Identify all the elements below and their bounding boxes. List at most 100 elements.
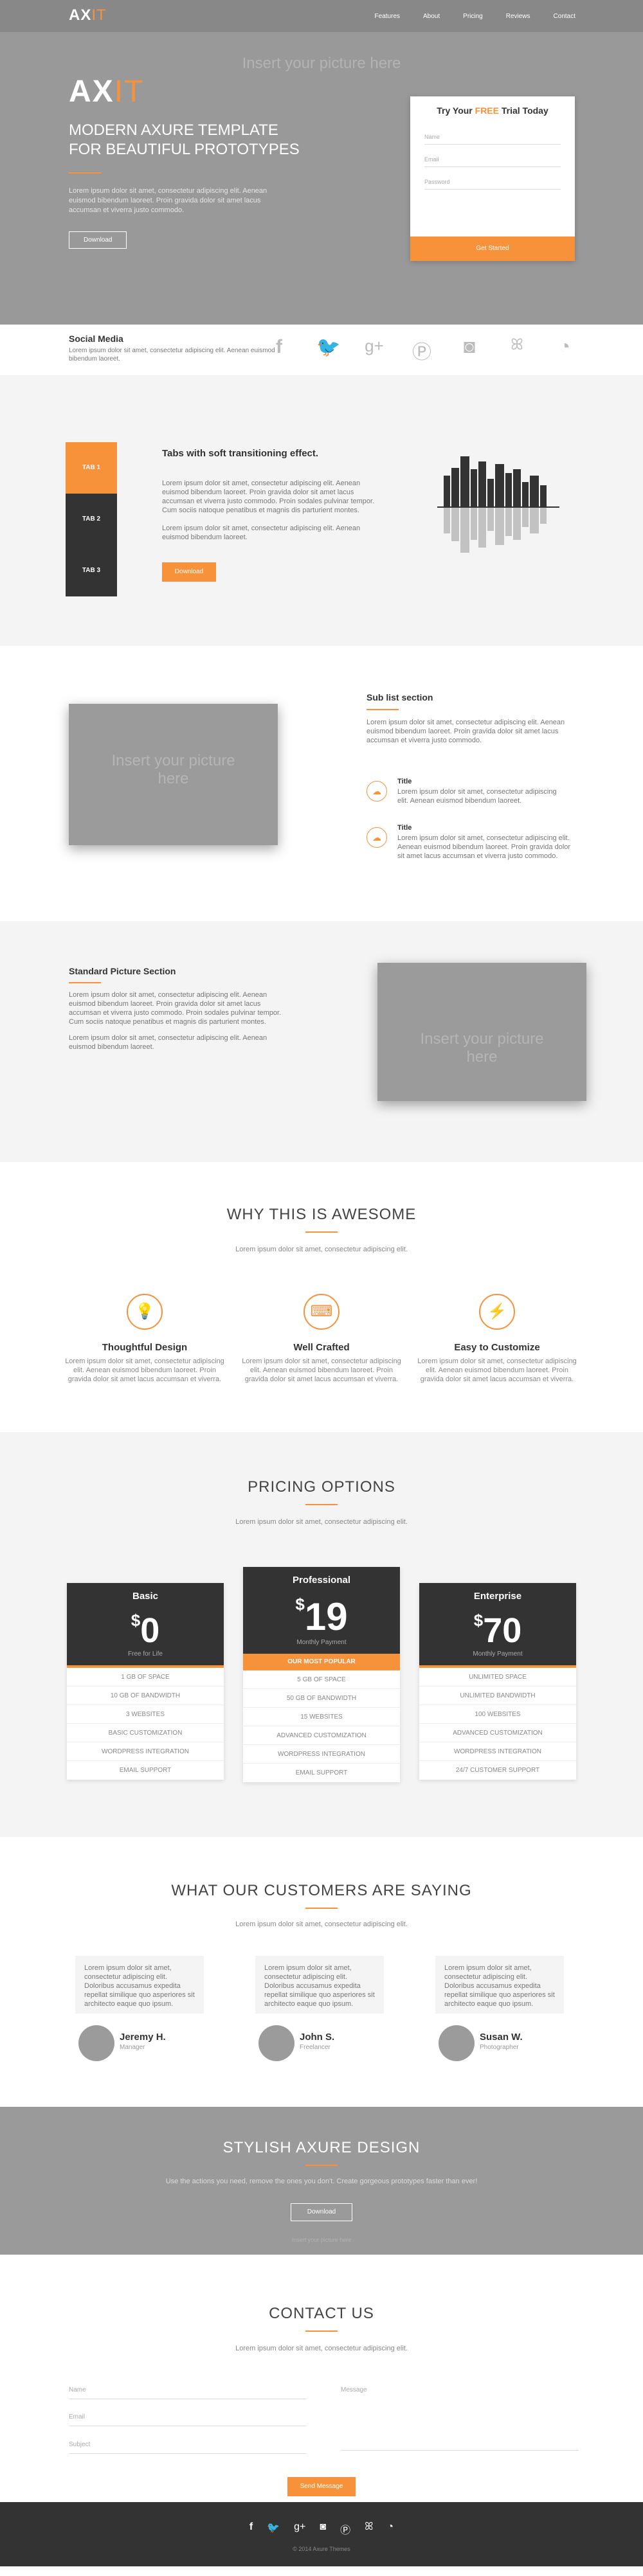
plan-price: $19 (243, 1595, 400, 1639)
hero-logo-ax: AX (69, 75, 114, 109)
hero-section: AXIT Features About Pricing Reviews Cont… (0, 0, 643, 325)
sublist-section: Insert your picture here Sub list sectio… (0, 646, 643, 921)
tab-download-button[interactable]: Download (162, 562, 216, 582)
contact-name-field[interactable]: Name (69, 2386, 307, 2399)
social-section: Social Media Lorem ipsum dolor sit amet,… (0, 325, 643, 376)
pinterest-icon[interactable]: Ⓟ (340, 2521, 350, 2537)
hero-text: Lorem ipsum dolor sit amet, consectetur … (69, 187, 267, 214)
testimonial-name: Jeremy H. (120, 2032, 166, 2043)
testimonial-name: John S. (300, 2032, 335, 2043)
instagram-icon[interactable]: ◙ (320, 2521, 326, 2537)
trial-form: Try Your FREE Trial Today Name Email Pas… (410, 96, 575, 261)
plan-price-value: 0 (140, 1611, 160, 1650)
nav-about[interactable]: About (423, 13, 440, 20)
social-icons: f 🐦 g+ Ⓟ ◙ ꕤ ◔ (269, 336, 575, 364)
facebook-icon[interactable]: f (269, 336, 289, 364)
standard-title: Standard Picture Section (69, 966, 176, 976)
testimonial-role: Freelancer (300, 2044, 331, 2051)
standard-divider (69, 982, 101, 983)
stylish-download-button[interactable]: Download (291, 2203, 352, 2221)
main-menu: Features About Pricing Reviews Contact (375, 0, 575, 32)
stylish-section: STYLISH AXURE DESIGN Use the actions you… (0, 2107, 643, 2255)
awesome-subtitle: Lorem ipsum dolor sit amet, consectetur … (235, 1246, 408, 1253)
tab-paragraph-1: Lorem ipsum dolor sit amet, consectetur … (162, 479, 375, 514)
plan-price: $70 (419, 1611, 576, 1650)
cloud-icon: ☁ (367, 781, 387, 801)
pricing-subtitle: Lorem ipsum dolor sit amet, consectetur … (235, 1518, 408, 1526)
feature-3-title: Easy to Customize (454, 1342, 540, 1353)
get-started-button[interactable]: Get Started (410, 237, 575, 261)
sublist-placeholder-text: Insert your picture here (111, 752, 235, 787)
hero-logo-it: IT (114, 75, 145, 109)
plan-feature: EMAIL SUPPORT (295, 1769, 348, 1776)
rss-icon[interactable]: ◔ (387, 2521, 394, 2537)
standard-image-placeholder: Insert your picture here (377, 963, 586, 1101)
pinterest-icon[interactable]: Ⓟ (412, 336, 432, 364)
testimonial-quote: Lorem ipsum dolor sit amet, consectetur … (75, 1956, 204, 2014)
trial-email-field[interactable]: Email (424, 151, 561, 167)
google-plus-icon[interactable]: g+ (364, 336, 385, 364)
testimonials-subtitle: Lorem ipsum dolor sit amet, consectetur … (235, 1920, 408, 1928)
plan-feature: 1 GB OF SPACE (67, 1668, 224, 1686)
navbar: AXIT Features About Pricing Reviews Cont… (0, 0, 643, 32)
contact-email-field[interactable]: Email (69, 2413, 307, 2426)
contact-message-field[interactable]: Message (341, 2386, 579, 2451)
plan-currency: $ (131, 1611, 141, 1630)
sublist-title: Sub list section (367, 692, 433, 702)
plan-professional-header: Professional $19 Monthly Payment (243, 1567, 400, 1654)
plan-basic-header: Basic $0 Free for Life (67, 1583, 224, 1665)
twitter-icon[interactable]: 🐦 (267, 2521, 280, 2537)
sublist-text: Lorem ipsum dolor sit amet, consectetur … (367, 719, 565, 744)
logo[interactable]: AXIT (69, 6, 107, 24)
plan-feature: WORDPRESS INTEGRATION (419, 1742, 576, 1761)
footer: f 🐦 g+ ◙ Ⓟ ꕤ ◔ © 2014 Axure Themes (0, 2502, 643, 2566)
tab-title: Tabs with soft transitioning effect. (162, 448, 319, 459)
testimonial-role: Photographer (480, 2044, 519, 2051)
logo-ax: AX (69, 6, 92, 24)
tab-1[interactable]: TAB 1 (66, 442, 117, 494)
nav-contact[interactable]: Contact (554, 13, 575, 20)
avatar (78, 2025, 114, 2061)
plan-feature: EMAIL SUPPORT (119, 1767, 172, 1774)
tab-3[interactable]: TAB 3 (66, 545, 117, 596)
sublist-image-placeholder: Insert your picture here (69, 704, 278, 845)
social-text: Lorem ipsum dolor sit amet, consectetur … (69, 347, 275, 362)
nav-pricing[interactable]: Pricing (463, 13, 483, 20)
nav-features[interactable]: Features (375, 13, 400, 20)
stylish-divider (305, 2165, 338, 2166)
pricing-divider (305, 1504, 338, 1505)
send-message-button[interactable]: Send Message (287, 2477, 356, 2496)
plan-name: Enterprise (473, 1591, 522, 1602)
facebook-icon[interactable]: f (249, 2521, 253, 2537)
hero-divider (69, 172, 101, 174)
nav-reviews[interactable]: Reviews (506, 13, 530, 20)
rss-icon[interactable]: ◔ (554, 336, 575, 364)
plan-period: Monthly Payment (473, 1650, 523, 1658)
instagram-icon[interactable]: ◙ (459, 336, 480, 364)
feature-1-text: Lorem ipsum dolor sit amet, consectetur … (65, 1357, 224, 1383)
stumbleupon-icon[interactable]: ꕤ (507, 336, 527, 364)
trial-password-field[interactable]: Password (424, 174, 561, 190)
footer-social-icons: f 🐦 g+ ◙ Ⓟ ꕤ ◔ (0, 2521, 643, 2537)
tab-2[interactable]: TAB 2 (66, 494, 117, 545)
lightning-icon: ⚡ (479, 1294, 515, 1330)
plan-name: Basic (132, 1591, 159, 1602)
contact-subject-field[interactable]: Subject (69, 2441, 307, 2454)
contact-section: CONTACT US Lorem ipsum dolor sit amet, c… (0, 2255, 643, 2502)
sublist-item-2-title: Title (397, 824, 412, 832)
plan-professional: Professional $19 Monthly Payment OUR MOS… (243, 1567, 400, 1782)
most-popular-badge: OUR MOST POPULAR (243, 1654, 400, 1670)
hero-download-button[interactable]: Download (69, 231, 127, 249)
plan-feature: 50 GB OF BANDWIDTH (243, 1689, 400, 1708)
trial-title-post: Trial Today (498, 105, 548, 116)
trial-name-field[interactable]: Name (424, 129, 561, 145)
standard-placeholder-text: Insert your picture here (420, 1030, 544, 1066)
twitter-icon[interactable]: 🐦 (316, 336, 340, 364)
google-plus-icon[interactable]: g+ (294, 2521, 305, 2537)
plan-price-value: 19 (304, 1595, 348, 1638)
hero-image-placeholder: Insert your picture here (242, 55, 401, 72)
standard-paragraph-2: Lorem ipsum dolor sit amet, consectetur … (69, 1034, 267, 1051)
testimonials-section: WHAT OUR CUSTOMERS ARE SAYING Lorem ipsu… (0, 1837, 643, 2107)
feature-2-text: Lorem ipsum dolor sit amet, consectetur … (242, 1357, 401, 1383)
stumbleupon-icon[interactable]: ꕤ (365, 2521, 373, 2537)
